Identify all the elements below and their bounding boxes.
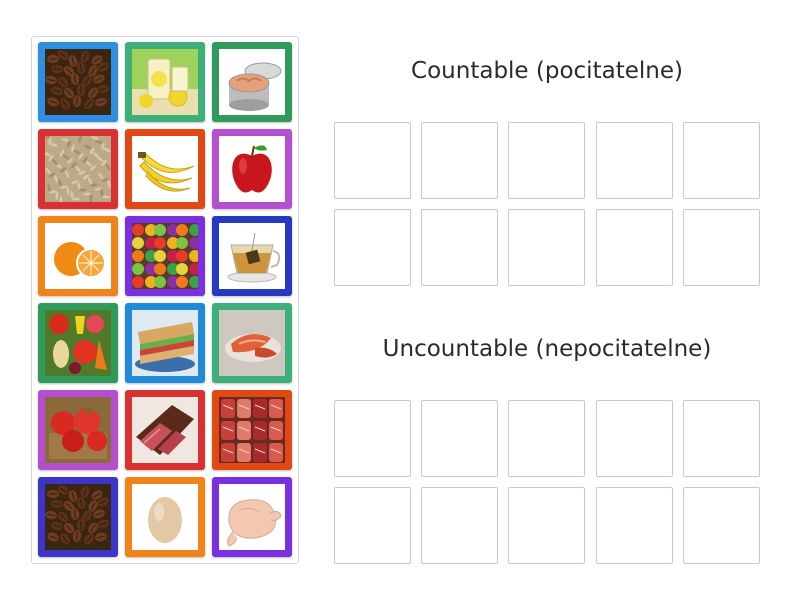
food-card[interactable] bbox=[38, 42, 118, 122]
tea-cup-icon bbox=[219, 223, 285, 289]
food-card[interactable] bbox=[125, 129, 205, 209]
food-card[interactable] bbox=[212, 390, 292, 470]
egg-icon bbox=[132, 484, 198, 550]
food-card[interactable] bbox=[125, 390, 205, 470]
drop-slot-countable[interactable] bbox=[596, 209, 673, 286]
drop-slot-uncountable[interactable] bbox=[508, 487, 585, 564]
orange-icon bbox=[45, 223, 111, 289]
food-card[interactable] bbox=[125, 216, 205, 296]
food-card[interactable] bbox=[38, 477, 118, 557]
drop-slot-uncountable[interactable] bbox=[683, 400, 760, 477]
food-card[interactable] bbox=[38, 390, 118, 470]
drop-slot-countable[interactable] bbox=[683, 122, 760, 199]
chicken-icon bbox=[219, 484, 285, 550]
drop-slot-uncountable[interactable] bbox=[334, 400, 411, 477]
food-card[interactable] bbox=[38, 216, 118, 296]
salmon-icon bbox=[219, 310, 285, 376]
mixed-fruit-icon bbox=[132, 223, 198, 289]
drop-slot-uncountable[interactable] bbox=[596, 487, 673, 564]
roast-beef-icon bbox=[132, 397, 198, 463]
drop-slot-uncountable[interactable] bbox=[334, 487, 411, 564]
heading-countable: Countable (pocitatelne) bbox=[411, 58, 683, 84]
vegetables-icon bbox=[45, 310, 111, 376]
food-card[interactable] bbox=[125, 303, 205, 383]
drop-slot-countable[interactable] bbox=[334, 122, 411, 199]
drop-slot-uncountable[interactable] bbox=[596, 400, 673, 477]
food-card[interactable] bbox=[212, 216, 292, 296]
bananas-icon bbox=[132, 136, 198, 202]
tomatoes-icon bbox=[45, 397, 111, 463]
drop-slot-countable[interactable] bbox=[421, 209, 498, 286]
food-card[interactable] bbox=[125, 42, 205, 122]
drop-slot-countable[interactable] bbox=[683, 209, 760, 286]
drop-slot-countable[interactable] bbox=[508, 122, 585, 199]
coffee-beans-icon bbox=[45, 49, 111, 115]
drop-slot-uncountable[interactable] bbox=[508, 400, 585, 477]
food-card[interactable] bbox=[125, 477, 205, 557]
meat-icon bbox=[219, 397, 285, 463]
food-card[interactable] bbox=[212, 129, 292, 209]
lemonade-icon bbox=[132, 49, 198, 115]
apple-icon bbox=[219, 136, 285, 202]
drop-slot-uncountable[interactable] bbox=[421, 400, 498, 477]
rice-icon bbox=[45, 136, 111, 202]
food-card[interactable] bbox=[38, 303, 118, 383]
drop-slot-countable[interactable] bbox=[596, 122, 673, 199]
sandwich-icon bbox=[132, 310, 198, 376]
drop-slot-uncountable[interactable] bbox=[683, 487, 760, 564]
tuna-can-icon bbox=[219, 49, 285, 115]
drop-slot-countable[interactable] bbox=[508, 209, 585, 286]
food-card[interactable] bbox=[212, 477, 292, 557]
coffee-beans-icon bbox=[45, 484, 111, 550]
drop-slot-countable[interactable] bbox=[334, 209, 411, 286]
drop-slot-countable[interactable] bbox=[421, 122, 498, 199]
food-card[interactable] bbox=[212, 303, 292, 383]
food-card[interactable] bbox=[212, 42, 292, 122]
food-card[interactable] bbox=[38, 129, 118, 209]
heading-uncountable: Uncountable (nepocitatelne) bbox=[382, 336, 712, 362]
drop-slot-uncountable[interactable] bbox=[421, 487, 498, 564]
